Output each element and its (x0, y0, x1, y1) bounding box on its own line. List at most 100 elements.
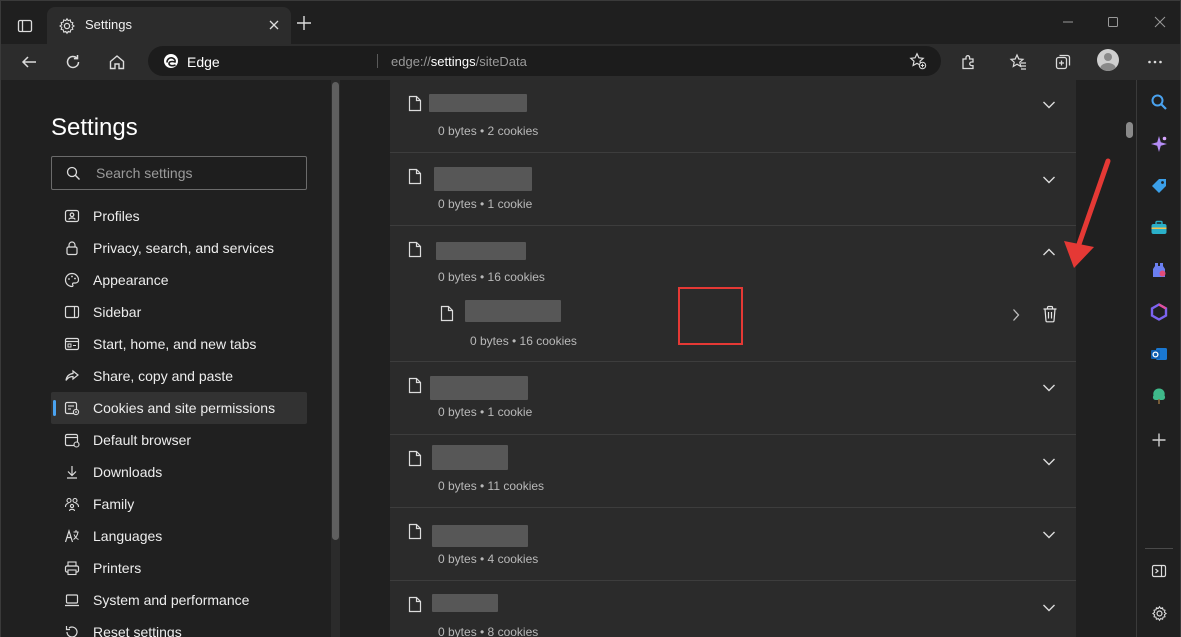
outlook-icon[interactable] (1149, 344, 1169, 364)
nav-item-label: Share, copy and paste (93, 368, 234, 384)
add-favorite-icon[interactable] (909, 52, 927, 75)
chevron-down-icon[interactable] (1042, 380, 1056, 398)
tab-settings[interactable]: Settings (47, 7, 291, 45)
nav-scrollbar[interactable] (331, 80, 340, 637)
nav-item-system[interactable]: System and performance (51, 584, 307, 616)
site-storage-info: 0 bytes • 11 cookies (438, 479, 545, 493)
more-options-icon[interactable] (1144, 51, 1166, 73)
home-icon[interactable] (106, 51, 128, 73)
chevron-right-icon[interactable] (1012, 308, 1020, 327)
tab-actions-icon[interactable] (11, 12, 39, 40)
nav-item-start-home[interactable]: Start, home, and new tabs (51, 328, 307, 360)
site-row[interactable]: 0 bytes • 4 cookies (390, 508, 1076, 581)
chevron-down-icon[interactable] (1042, 97, 1056, 115)
nav-item-appearance[interactable]: Appearance (51, 264, 307, 296)
back-arrow-icon[interactable] (18, 51, 40, 73)
nav-item-cookies[interactable]: Cookies and site permissions (51, 392, 307, 424)
nav-item-label: Appearance (93, 272, 169, 288)
address-bar[interactable]: Edge edge://settings/siteData (148, 46, 941, 76)
favorites-icon[interactable] (1007, 51, 1029, 73)
nav-item-label: Family (93, 496, 135, 512)
nav-item-sidebar[interactable]: Sidebar (51, 296, 307, 328)
nav-item-printers[interactable]: Printers (51, 552, 307, 584)
delete-site-data-button[interactable] (1030, 296, 1070, 336)
settings-gear-icon[interactable] (1149, 603, 1169, 623)
site-data-list: 0 bytes • 2 cookies 0 bytes • 1 cookie 0… (390, 80, 1076, 637)
search-input[interactable] (96, 163, 296, 183)
nav-item-label: Start, home, and new tabs (93, 336, 257, 352)
nav-item-privacy[interactable]: Privacy, search, and services (51, 232, 307, 264)
maximize-icon[interactable] (1104, 13, 1122, 31)
edge-brand-label: Edge (187, 54, 220, 70)
chevron-down-icon[interactable] (1042, 600, 1056, 618)
palette-icon (51, 272, 93, 288)
chevron-up-icon[interactable] (1042, 244, 1056, 262)
site-storage-info: 0 bytes • 8 cookies (438, 625, 539, 637)
redacted-site-name (434, 167, 532, 191)
site-row[interactable]: 0 bytes • 11 cookies (390, 435, 1076, 508)
nav-item-reset[interactable]: Reset settings (51, 616, 307, 637)
sidebar-toggle-icon[interactable] (1149, 561, 1169, 581)
file-icon (408, 241, 422, 263)
file-icon (440, 305, 454, 327)
tree-icon[interactable] (1149, 386, 1169, 406)
games-icon[interactable] (1149, 260, 1169, 280)
nav-item-label: Sidebar (93, 304, 142, 320)
redacted-site-name (430, 376, 528, 400)
add-icon[interactable] (1149, 430, 1169, 450)
chevron-down-icon[interactable] (1042, 527, 1056, 545)
close-tab-icon[interactable] (267, 18, 281, 37)
languages-icon (51, 528, 93, 544)
nav-scrollbar-thumb[interactable] (332, 82, 339, 540)
shopping-tag-icon[interactable] (1149, 176, 1169, 196)
file-icon (408, 523, 422, 545)
nav-list: Profiles Privacy, search, and services A… (51, 200, 307, 637)
nav-item-family[interactable]: Family (51, 488, 307, 520)
nav-item-downloads[interactable]: Downloads (51, 456, 307, 488)
file-icon (408, 596, 422, 618)
content-scrollbar[interactable] (1120, 80, 1136, 637)
extensions-icon[interactable] (958, 51, 980, 73)
laptop-icon (51, 592, 93, 608)
trash-icon (1042, 305, 1058, 328)
nav-item-profiles[interactable]: Profiles (51, 200, 307, 232)
profile-avatar[interactable] (1097, 49, 1119, 71)
sidebar-divider (1145, 548, 1173, 549)
collections-icon[interactable] (1052, 51, 1074, 73)
nav-item-languages[interactable]: Languages (51, 520, 307, 552)
minimize-icon[interactable] (1059, 13, 1077, 31)
redacted-site-name (432, 594, 498, 612)
gear-icon (58, 17, 76, 40)
chevron-down-icon[interactable] (1042, 172, 1056, 190)
annotation-arrow-icon (1064, 158, 1111, 268)
file-icon (408, 450, 422, 472)
nav-item-label: Profiles (93, 208, 140, 224)
refresh-icon[interactable] (62, 51, 84, 73)
nav-item-label: Reset settings (93, 624, 182, 637)
tools-icon[interactable] (1149, 218, 1169, 238)
search-box[interactable] (51, 156, 307, 190)
nav-item-default-browser[interactable]: Default browser (51, 424, 307, 456)
site-row[interactable]: 0 bytes • 1 cookie (390, 153, 1076, 226)
nav-item-share-copy[interactable]: Share, copy and paste (51, 360, 307, 392)
nav-item-label: Printers (93, 560, 142, 576)
site-row[interactable]: 0 bytes • 2 cookies (390, 80, 1076, 153)
new-tab-icon[interactable] (295, 14, 313, 37)
browser-icon (51, 432, 93, 448)
file-icon (408, 168, 422, 190)
search-icon (66, 166, 81, 186)
close-window-icon[interactable] (1151, 13, 1169, 31)
nav-item-label: Privacy, search, and services (93, 240, 275, 256)
search-icon[interactable] (1149, 92, 1169, 112)
redacted-site-name (432, 445, 508, 470)
home-tabs-icon (51, 336, 93, 352)
tab-title: Settings (85, 17, 132, 32)
chevron-down-icon[interactable] (1042, 454, 1056, 472)
url-text[interactable]: edge://settings/siteData (391, 54, 527, 69)
copilot-icon[interactable] (1149, 134, 1169, 154)
content-scrollbar-thumb[interactable] (1126, 122, 1133, 138)
printer-icon (51, 560, 93, 576)
site-row[interactable]: 0 bytes • 1 cookie (390, 362, 1076, 435)
microsoft365-icon[interactable] (1149, 302, 1169, 322)
site-row[interactable]: 0 bytes • 8 cookies (390, 581, 1076, 637)
